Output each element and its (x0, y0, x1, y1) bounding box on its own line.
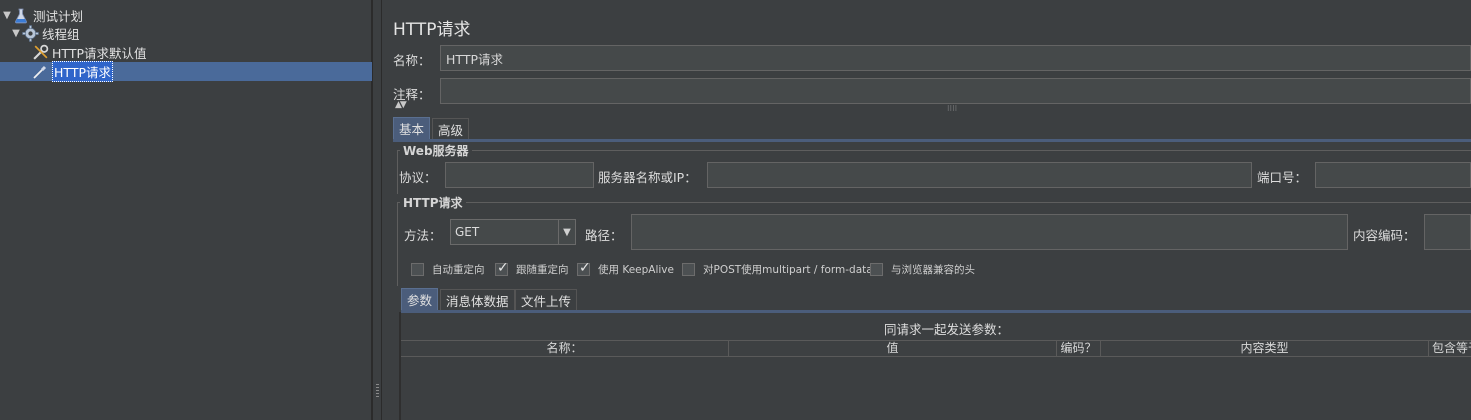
check-icon: ✓ (579, 260, 591, 276)
checkbox-box[interactable]: ✓ (577, 260, 591, 276)
tree-item-http-request[interactable]: HTTP请求 (0, 61, 372, 82)
http-request-panel: HTTP请求 名称： HTTP请求 注释： ▲▼ ⁝⁝⁝⁝ 基本 高级 Web服… (383, 0, 1471, 420)
http-request-group-title: HTTP请求 (400, 194, 466, 211)
column-header-content-type[interactable]: 内容类型 (1101, 341, 1429, 356)
pipette-icon (31, 63, 49, 81)
check-icon: ✓ (497, 260, 509, 276)
sub-tab-underline (401, 310, 1471, 313)
tab-parameters[interactable]: 参数 (401, 288, 439, 310)
checkbox-box[interactable] (682, 263, 695, 276)
port-field[interactable] (1315, 162, 1471, 188)
tree-item-thread-group[interactable]: ▼ 线程组 (11, 24, 80, 43)
gear-icon (21, 25, 39, 43)
expand-toggle-icon[interactable]: ▼ (2, 10, 12, 21)
column-header-encode[interactable]: 编码？ (1057, 341, 1101, 356)
tree-item-label: HTTP请求默认值 (52, 46, 147, 61)
checkbox-box[interactable]: ✓ (495, 260, 509, 276)
tree-item-test-plan[interactable]: ▼ 测试计划 (2, 6, 83, 25)
checkbox-label: 跟随重定向 (516, 264, 569, 276)
tree-item-label: 测试计划 (33, 9, 84, 24)
checkbox-box[interactable] (411, 263, 424, 276)
collapse-arrows-icon[interactable]: ▲▼ (395, 100, 407, 110)
follow-redirects-checkbox[interactable]: ✓ 跟随重定向 (495, 260, 569, 277)
method-select-value: GET (455, 225, 480, 239)
params-table-body[interactable] (401, 358, 1471, 420)
expand-toggle-icon[interactable]: ▼ (11, 28, 21, 39)
column-header-name[interactable]: 名称： (401, 341, 729, 356)
resize-grip-icon[interactable]: ⁝⁝⁝⁝ (947, 104, 957, 113)
path-field[interactable] (631, 214, 1348, 250)
server-name-label: 服务器名称或IP： (598, 170, 697, 185)
web-server-group-title: Web服务器 (400, 142, 472, 159)
checkbox-label: 对POST使用multipart / form-data (703, 264, 873, 276)
protocol-label: 协议： (399, 170, 437, 185)
tab-advanced[interactable]: 高级 (432, 118, 470, 140)
page-title: HTTP请求 (393, 20, 471, 40)
checkbox-label: 自动重定向 (432, 264, 485, 276)
method-label: 方法： (404, 228, 442, 243)
column-header-include-equals[interactable]: 包含等于？ (1429, 341, 1471, 356)
column-header-value[interactable]: 值 (729, 341, 1057, 356)
flask-icon (12, 7, 30, 25)
checkbox-label: 与浏览器兼容的头 (891, 264, 975, 276)
test-plan-tree[interactable]: ▼ 测试计划 ▼ 线程组 HTTP请求默认值 HTTP请求 (0, 0, 372, 420)
divider-grip[interactable] (376, 384, 379, 398)
path-label: 路径： (585, 228, 623, 243)
tab-underline (393, 139, 1471, 142)
content-encoding-label: 内容编码： (1353, 228, 1416, 243)
tree-item-http-defaults[interactable]: HTTP请求默认值 (31, 43, 147, 62)
port-label: 端口号： (1257, 170, 1308, 185)
content-encoding-field[interactable] (1424, 214, 1471, 250)
tree-item-label: HTTP请求 (52, 61, 113, 82)
params-table-header: 名称： 值 编码？ 内容类型 包含等于？ (401, 340, 1471, 357)
server-name-field[interactable] (707, 162, 1252, 188)
tab-body-data[interactable]: 消息体数据 (440, 289, 515, 311)
name-label: 名称： (393, 53, 431, 68)
browser-headers-checkbox[interactable]: 与浏览器兼容的头 (870, 262, 975, 277)
checkbox-box[interactable] (870, 263, 883, 276)
keepalive-checkbox[interactable]: ✓ 使用 KeepAlive (577, 260, 674, 277)
wrench-icon (31, 44, 49, 62)
split-pane-divider[interactable] (372, 0, 382, 420)
protocol-field[interactable] (445, 162, 594, 188)
method-select[interactable]: GET ▼ (450, 219, 576, 245)
checkbox-label: 使用 KeepAlive (598, 264, 674, 276)
comment-field[interactable] (440, 78, 1471, 104)
params-caption: 同请求一起发送参数： (884, 322, 1010, 337)
auto-redirect-checkbox[interactable]: 自动重定向 (411, 262, 485, 277)
multipart-checkbox[interactable]: 对POST使用multipart / form-data (682, 262, 873, 277)
tab-files-upload[interactable]: 文件上传 (515, 289, 578, 311)
name-field[interactable]: HTTP请求 (440, 45, 1471, 71)
tree-item-label: 线程组 (42, 27, 80, 42)
tab-basic[interactable]: 基本 (393, 117, 431, 139)
chevron-down-icon[interactable]: ▼ (558, 220, 575, 244)
